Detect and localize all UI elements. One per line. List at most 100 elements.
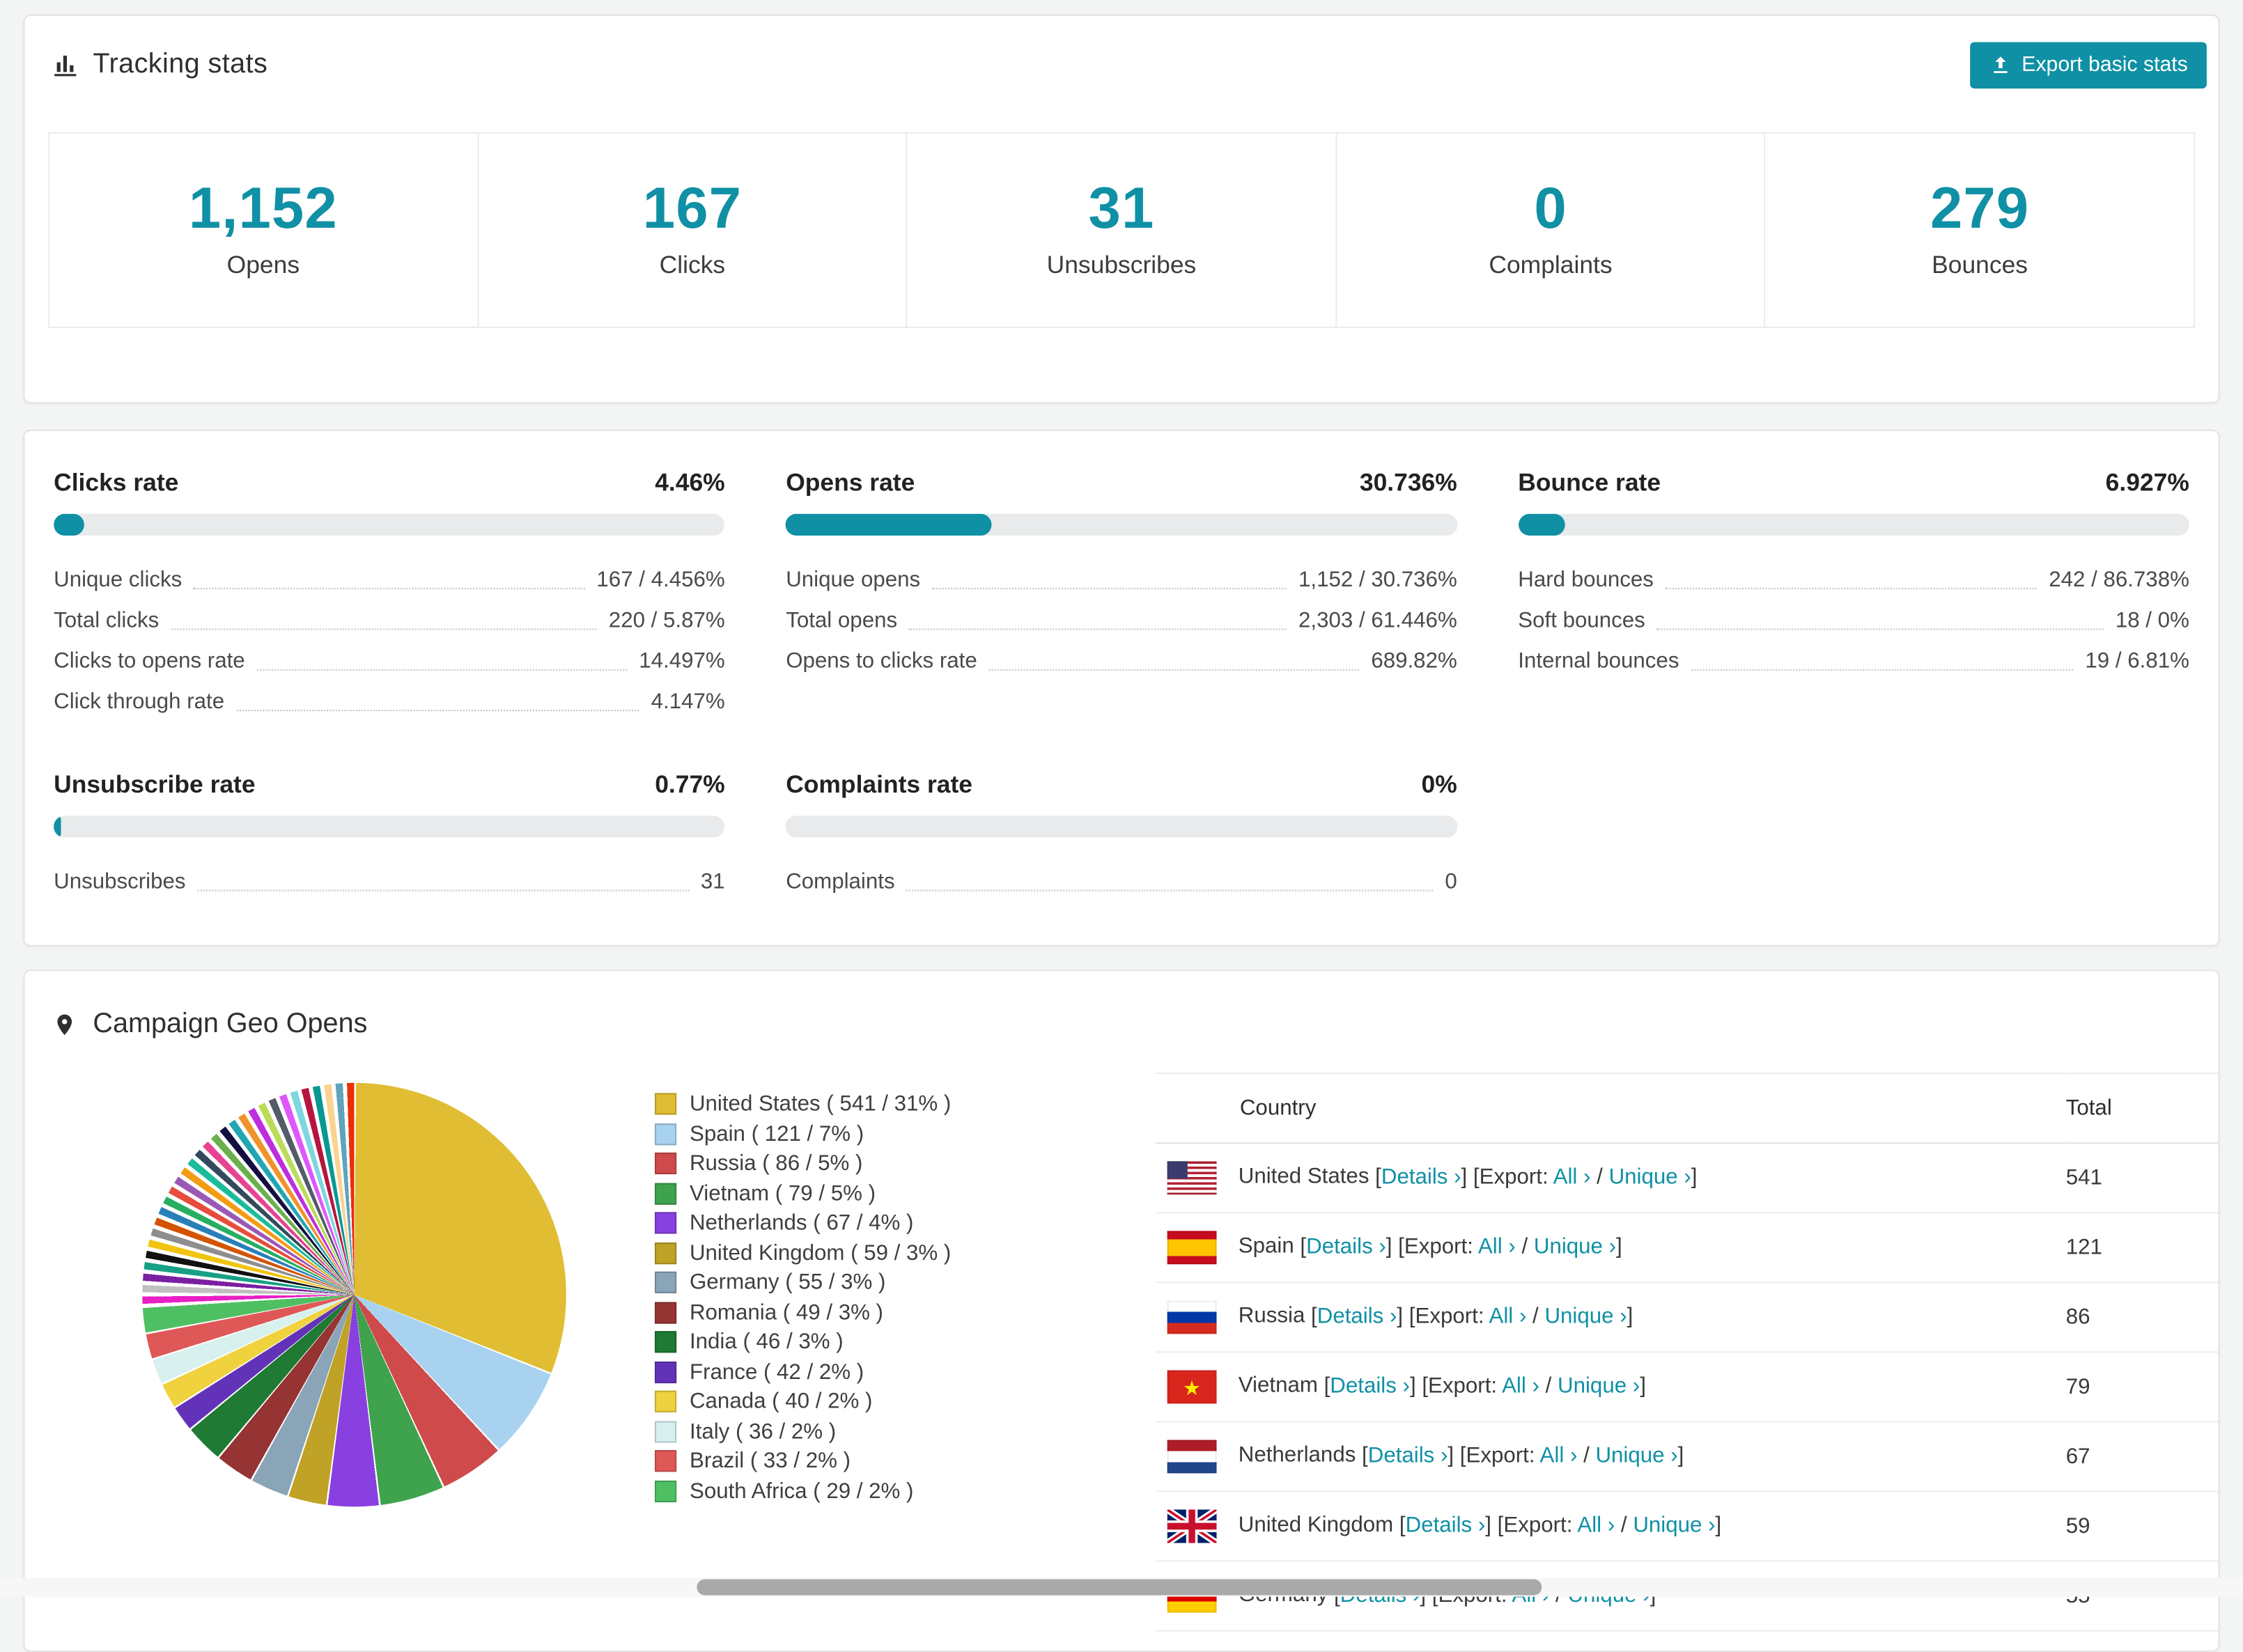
geo-opens-title: Campaign Geo Opens — [93, 1008, 368, 1040]
campaign-geo-opens-card: Campaign Geo Opens United States ( 541 /… — [23, 969, 2220, 1652]
details-link[interactable]: Details › — [1406, 1513, 1486, 1538]
dotted-leader — [197, 889, 690, 891]
row-links: [Details ›] [Export: All › / Unique ›] — [1305, 1304, 1633, 1329]
legend-swatch-icon — [654, 1093, 677, 1115]
total-value: 541 — [2065, 1143, 2219, 1214]
horizontal-scrollbar-track[interactable] — [0, 1577, 2243, 1597]
geo-opens-header: Campaign Geo Opens — [24, 971, 2218, 1041]
country-name: Vietnam — [1238, 1373, 1318, 1399]
legend-item[interactable]: Vietnam ( 79 / 5% ) — [654, 1180, 951, 1206]
rate-value: 4.46% — [655, 469, 725, 497]
rate-row: Internal bounces 19 / 6.81% — [1518, 637, 2189, 678]
horizontal-scrollbar-thumb[interactable] — [697, 1579, 1542, 1596]
rate-progress — [786, 513, 1457, 536]
details-link[interactable]: Details › — [1330, 1374, 1410, 1398]
export-all-link[interactable]: All › — [1553, 1164, 1591, 1189]
export-icon — [1988, 54, 2011, 77]
table-row: United Kingdom [Details ›] [Export: All … — [1155, 1491, 2219, 1562]
legend-swatch-icon — [654, 1331, 677, 1353]
legend-item[interactable]: Canada ( 40 / 2% ) — [654, 1390, 951, 1412]
legend-label: Spain ( 121 / 7% ) — [689, 1121, 864, 1146]
legend-label: Vietnam ( 79 / 5% ) — [689, 1180, 876, 1206]
legend-label: Brazil ( 33 / 2% ) — [689, 1448, 851, 1474]
legend-item[interactable]: France ( 42 / 2% ) — [654, 1361, 951, 1383]
rate-row-label: Opens to clicks rate — [786, 648, 977, 674]
rate-row-value: 4.147% — [651, 689, 725, 715]
export-basic-stats-button[interactable]: Export basic stats — [1969, 42, 2207, 89]
rate-block: Clicks rate 4.46% Unique clicks 167 / 4.456… — [54, 469, 725, 718]
stat-value: 167 — [642, 177, 743, 241]
export-all-link[interactable]: All › — [1577, 1513, 1615, 1538]
country-name: Netherlands — [1238, 1443, 1356, 1469]
map-pin-icon — [52, 1011, 77, 1040]
legend-item[interactable]: Germany ( 55 / 3% ) — [654, 1271, 951, 1293]
export-unique-link[interactable]: Unique › — [1544, 1304, 1627, 1329]
export-label: Export: — [1415, 1304, 1484, 1329]
rate-value: 6.927% — [2105, 469, 2189, 497]
page: Tracking stats Export basic stats 1,152 O… — [0, 0, 2243, 1652]
rate-row-label: Click through rate — [54, 689, 225, 715]
details-link[interactable]: Details › — [1381, 1164, 1461, 1189]
rate-row-label: Unsubscribes — [54, 869, 186, 894]
details-link[interactable]: Details › — [1317, 1304, 1397, 1329]
stat-value: 1,152 — [188, 177, 338, 241]
rate-row-label: Soft bounces — [1518, 608, 1645, 633]
rate-row: Click through rate 4.147% — [54, 678, 725, 718]
row-links: [Details ›] [Export: All › / Unique ›] — [1294, 1234, 1622, 1259]
legend-item[interactable]: Italy ( 36 / 2% ) — [654, 1420, 951, 1442]
legend-item[interactable]: Brazil ( 33 / 2% ) — [654, 1448, 951, 1474]
rate-title: Clicks rate — [54, 469, 179, 497]
rate-progress-fill — [1518, 513, 1565, 536]
dotted-leader — [908, 628, 1287, 630]
legend-label: India ( 46 / 3% ) — [689, 1330, 844, 1355]
table-row: Netherlands [Details ›] [Export: All › /… — [1155, 1421, 2219, 1493]
details-link[interactable]: Details › — [1306, 1234, 1386, 1259]
legend-item[interactable]: Spain ( 121 / 7% ) — [654, 1121, 951, 1146]
export-label: Export: — [1479, 1164, 1549, 1190]
rate-row-value: 14.497% — [639, 648, 725, 674]
export-label: Export: — [1404, 1234, 1473, 1259]
dotted-leader — [906, 889, 1434, 891]
rate-title: Opens rate — [786, 469, 915, 497]
row-links: [Details ›] [Export: All › / Unique ›] — [1369, 1164, 1698, 1190]
pie-legend: United States ( 541 / 31% ) Spain ( 121 /… — [654, 1091, 952, 1509]
legend-item[interactable]: India ( 46 / 3% ) — [654, 1330, 951, 1355]
export-unique-link[interactable]: Unique › — [1534, 1234, 1616, 1259]
export-unique-link[interactable]: Unique › — [1609, 1164, 1691, 1189]
geo-opens-pie-chart[interactable] — [142, 1082, 566, 1507]
legend-item[interactable]: South Africa ( 29 / 2% ) — [654, 1479, 951, 1502]
export-label: Export: — [1503, 1513, 1573, 1538]
stat-box: 279 Bounces — [1766, 132, 2196, 329]
rate-title: Complaints rate — [786, 770, 972, 799]
es-flag-icon — [1167, 1231, 1217, 1265]
export-unique-link[interactable]: Unique › — [1595, 1444, 1677, 1468]
country-name: Russia — [1238, 1304, 1305, 1329]
legend-swatch-icon — [654, 1123, 677, 1145]
stat-value: 279 — [1930, 177, 2030, 241]
legend-item[interactable]: Romania ( 49 / 3% ) — [654, 1301, 951, 1323]
rate-row-label: Hard bounces — [1518, 567, 1654, 593]
export-unique-link[interactable]: Unique › — [1633, 1513, 1715, 1538]
table-row: Spain [Details ›] [Export: All › / Uniqu… — [1155, 1213, 2219, 1284]
gb-flag-icon — [1167, 1509, 1217, 1543]
rate-row-value: 242 / 86.738% — [2049, 567, 2189, 593]
rate-progress-fill — [54, 513, 84, 536]
rate-block: Bounce rate 6.927% Hard bounces 242 / 86.73… — [1518, 469, 2189, 718]
legend-item[interactable]: Russia ( 86 / 5% ) — [654, 1153, 951, 1175]
export-all-link[interactable]: All › — [1502, 1374, 1539, 1398]
rate-progress — [54, 816, 725, 838]
legend-label: United States ( 541 / 31% ) — [689, 1091, 952, 1116]
export-all-link[interactable]: All › — [1478, 1234, 1516, 1259]
export-all-link[interactable]: All › — [1540, 1444, 1578, 1468]
tracking-stats-title-group: Tracking stats — [48, 49, 267, 81]
legend-item[interactable]: Netherlands ( 67 / 4% ) — [654, 1212, 951, 1234]
star-icon: ★ — [1182, 1375, 1202, 1399]
details-link[interactable]: Details › — [1368, 1444, 1448, 1468]
bar-chart-icon — [51, 51, 80, 80]
legend-item[interactable]: United States ( 541 / 31% ) — [654, 1091, 952, 1116]
legend-item[interactable]: United Kingdom ( 59 / 3% ) — [654, 1241, 951, 1263]
legend-swatch-icon — [654, 1479, 677, 1502]
rate-row-value: 2,303 / 61.446% — [1298, 608, 1457, 633]
export-all-link[interactable]: All › — [1489, 1304, 1527, 1329]
export-unique-link[interactable]: Unique › — [1558, 1374, 1640, 1398]
